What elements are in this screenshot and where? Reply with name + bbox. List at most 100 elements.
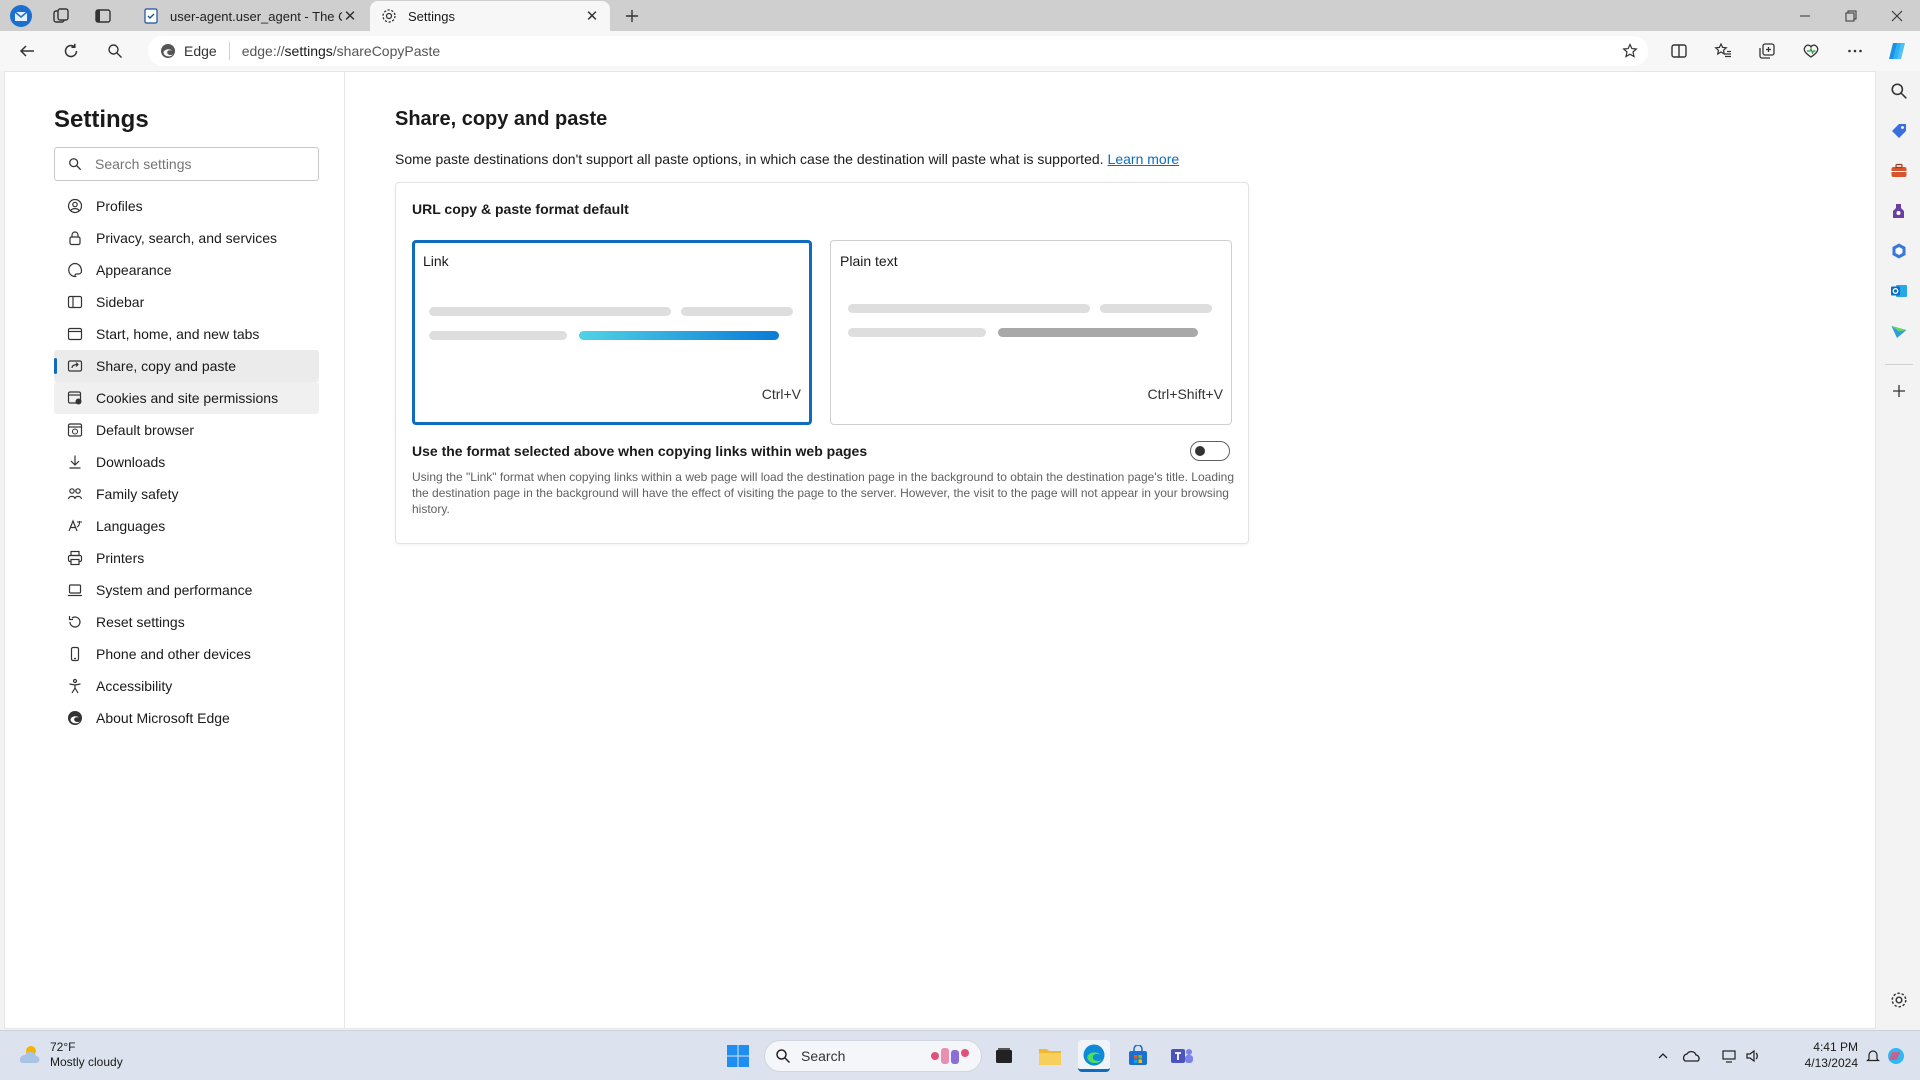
sidebar-item-appearance[interactable]: Appearance [54, 254, 319, 286]
notification-bell-icon[interactable] [1862, 1040, 1884, 1072]
taskbar-search-box[interactable]: Search [764, 1040, 982, 1072]
sidebar-item-label: Languages [96, 518, 166, 534]
site-brand-label: Edge [184, 43, 217, 59]
url-text[interactable]: edge://settings/shareCopyPaste [230, 43, 440, 59]
url-format-card: URL copy & paste format default Link Ctr… [395, 182, 1249, 544]
document-icon [142, 7, 160, 25]
preview-line [1100, 304, 1212, 313]
volume-icon[interactable] [1742, 1040, 1764, 1072]
file-explorer-icon[interactable] [1034, 1040, 1066, 1072]
back-button[interactable] [12, 37, 42, 65]
teams-icon[interactable] [1166, 1040, 1198, 1072]
minimize-button[interactable] [1782, 0, 1828, 31]
toggle-description: Using the "Link" format when copying lin… [412, 470, 1235, 516]
favorite-star-icon[interactable] [1620, 41, 1640, 61]
drop-icon[interactable] [1887, 319, 1911, 343]
system-clock[interactable]: 4:41 PM 4/13/2024 [1770, 1039, 1858, 1071]
search-icon[interactable] [100, 37, 130, 65]
address-bar[interactable]: Edge edge://settings/shareCopyPaste [148, 36, 1648, 66]
preview-line [848, 328, 986, 337]
onedrive-cloud-icon[interactable] [1680, 1040, 1704, 1072]
sidebar-item-downloads[interactable]: Downloads [54, 446, 319, 478]
cookie-icon [66, 389, 84, 407]
games-icon[interactable] [1887, 199, 1911, 223]
workspaces-icon[interactable] [48, 4, 74, 28]
edge-taskbar-icon[interactable] [1078, 1040, 1110, 1072]
tools-icon[interactable] [1887, 159, 1911, 183]
site-identity[interactable]: Edge [148, 42, 230, 60]
format-within-pages-toggle[interactable] [1190, 441, 1230, 461]
profile-avatar-icon[interactable] [8, 4, 34, 28]
sidebar-item-languages[interactable]: Languages [54, 510, 319, 542]
settings-search-box[interactable] [54, 147, 319, 181]
tab-settings[interactable]: Settings ✕ [370, 1, 610, 31]
tab-user-agent[interactable]: user-agent.user_agent - The Coll ✕ [132, 1, 368, 31]
sidebar-item-start-home[interactable]: Start, home, and new tabs [54, 318, 319, 350]
sidebar-item-reset[interactable]: Reset settings [54, 606, 319, 638]
favorites-icon[interactable] [1708, 37, 1738, 65]
sidebar-item-label: Share, copy and paste [96, 358, 237, 374]
shopping-tag-icon[interactable] [1887, 119, 1911, 143]
windows-start-icon[interactable] [722, 1040, 754, 1072]
outlook-icon[interactable] [1887, 279, 1911, 303]
split-screen-icon[interactable] [1664, 37, 1694, 65]
plain-text-format-option[interactable]: Plain text Ctrl+Shift+V [830, 240, 1232, 425]
restore-button[interactable] [1828, 0, 1874, 31]
microsoft-365-icon[interactable] [1887, 239, 1911, 263]
sidebar-item-cookies[interactable]: Cookies and site permissions [54, 382, 319, 414]
sidebar-item-printers[interactable]: Printers [54, 542, 319, 574]
appearance-icon [66, 261, 84, 279]
sidebar-item-system[interactable]: System and performance [54, 574, 319, 606]
task-view-icon[interactable] [988, 1040, 1020, 1072]
page-title: Share, copy and paste [395, 108, 608, 130]
sidebar-item-label: Printers [96, 550, 145, 566]
sidebar-item-family-safety[interactable]: Family safety [54, 478, 319, 510]
sidebar-item-profiles[interactable]: Profiles [54, 190, 319, 222]
link-format-option[interactable]: Link Ctrl+V [412, 240, 812, 425]
copilot-taskbar-icon[interactable] [1884, 1040, 1908, 1072]
close-window-button[interactable] [1874, 0, 1920, 31]
weather-widget[interactable]: 72°F Mostly cloudy [16, 1040, 123, 1070]
sidebar-item-sidebar[interactable]: Sidebar [54, 286, 319, 318]
sidebar-item-default-browser[interactable]: Default browser [54, 414, 319, 446]
preview-line [681, 307, 793, 316]
share-icon [66, 357, 84, 375]
sidebar-item-about[interactable]: About Microsoft Edge [54, 702, 319, 734]
chevron-up-icon[interactable] [1652, 1040, 1674, 1072]
network-icon[interactable] [1718, 1040, 1740, 1072]
copilot-icon[interactable] [1883, 37, 1913, 65]
add-icon[interactable] [1887, 379, 1911, 403]
refresh-button[interactable] [56, 37, 86, 65]
search-icon[interactable] [1887, 79, 1911, 103]
microsoft-store-icon[interactable] [1122, 1040, 1154, 1072]
sidebar-item-share-copy-paste[interactable]: Share, copy and paste [54, 350, 319, 382]
tab-actions-icon[interactable] [90, 4, 116, 28]
collections-icon[interactable] [1752, 37, 1782, 65]
printer-icon [66, 549, 84, 567]
family-icon [66, 485, 84, 503]
sidebar-item-label: Profiles [96, 198, 143, 214]
link-highlight-line [579, 331, 779, 340]
sidebar-item-label: Downloads [96, 454, 166, 470]
sidebar-item-label: Reset settings [96, 614, 185, 630]
close-tab-icon[interactable]: ✕ [584, 8, 600, 25]
new-tab-button[interactable] [620, 4, 644, 28]
sidebar-item-label: Default browser [96, 422, 195, 438]
close-tab-icon[interactable]: ✕ [342, 8, 358, 25]
settings-nav-list: Profiles Privacy, search, and services A… [54, 190, 319, 734]
home-icon [66, 325, 84, 343]
settings-title: Settings [54, 106, 149, 133]
search-icon [55, 157, 95, 171]
sidebar-item-label: Appearance [96, 262, 172, 278]
sidebar-item-privacy[interactable]: Privacy, search, and services [54, 222, 319, 254]
sidebar-item-label: Cookies and site permissions [96, 390, 279, 406]
lock-icon [66, 229, 84, 247]
learn-more-link[interactable]: Learn more [1108, 151, 1180, 167]
more-menu-icon[interactable] [1840, 37, 1870, 65]
phone-icon [66, 645, 84, 663]
browser-essentials-icon[interactable] [1796, 37, 1826, 65]
sidebar-item-phone[interactable]: Phone and other devices [54, 638, 319, 670]
settings-search-input[interactable] [95, 156, 295, 172]
sidebar-settings-gear-icon[interactable] [1887, 988, 1911, 1012]
sidebar-item-accessibility[interactable]: Accessibility [54, 670, 319, 702]
